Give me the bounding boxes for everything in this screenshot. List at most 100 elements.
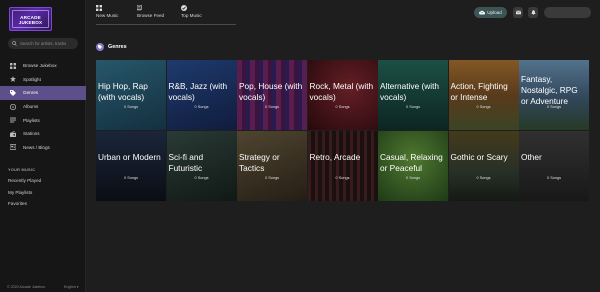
page-title: Genres <box>108 44 127 50</box>
sidebar-item-playlists[interactable]: Playlists <box>0 113 86 127</box>
genre-tile-count: 0 Songs <box>194 105 209 109</box>
your-music-item-my-playlists[interactable]: My Playlists <box>8 190 41 202</box>
your-music-list: Recently Played My Playlists Favorites <box>8 178 41 213</box>
genre-tile-label: Urban or Modern <box>98 151 161 162</box>
genre-tile-alternative[interactable]: Alternative (with vocals) 0 Songs <box>378 60 448 130</box>
bell-icon <box>530 10 536 15</box>
topnav-label: Browse Feed <box>137 13 165 18</box>
grid-icon <box>10 62 16 69</box>
genre-tile-label: Casual, Relaxing or Peaceful <box>380 151 443 173</box>
sidebar-item-albums[interactable]: Albums <box>0 100 86 114</box>
genre-tile-label: Retro, Arcade <box>309 151 361 162</box>
topnav-top-music[interactable]: Top Music <box>181 5 202 18</box>
genre-tile-count: 0 Songs <box>335 175 350 180</box>
feed-icon <box>137 5 142 11</box>
your-music-item-favorites[interactable]: Favorites <box>8 201 41 213</box>
cloud-upload-icon <box>479 10 486 15</box>
genre-tile-count: 0 Songs <box>335 105 350 109</box>
search-box[interactable] <box>8 38 78 49</box>
genre-tile-other[interactable]: Other 0 Songs <box>519 130 589 201</box>
sidebar-nav: Browse Jukebox Spotlight Genres Albums P… <box>0 59 86 154</box>
language-selector[interactable]: English ▾ <box>64 285 79 289</box>
topnav-label: Top Music <box>181 13 202 18</box>
genre-tile-overlay <box>96 130 166 201</box>
genre-tile-action-fighting[interactable]: Action, Fighting or Intense 0 Songs <box>448 60 519 130</box>
sidebar-item-label: Spotlight <box>23 76 41 82</box>
genre-tile-fantasy[interactable]: Fantasy, Nostalgic, RPG or Adventure 0 S… <box>519 60 589 130</box>
sidebar-item-label: Albums <box>23 104 39 110</box>
page-heading: Genres <box>96 43 127 51</box>
genre-tile-gothic[interactable]: Gothic or Scary 0 Songs <box>448 130 519 201</box>
upload-button[interactable]: Upload <box>474 7 507 18</box>
genre-tile-count: 0 Songs <box>547 105 561 109</box>
genre-tile-pop-house[interactable]: Pop, House (with vocals) 0 Songs <box>237 60 307 130</box>
genre-tile-label: Gothic or Scary <box>450 151 508 162</box>
genre-tile-strategy[interactable]: Strategy or Tactics 0 Songs <box>237 130 307 201</box>
genre-tile-label: Sci-fi and Futuristic <box>168 151 204 173</box>
sidebar-item-label: Genres <box>23 90 39 96</box>
genres-grid: Hip Hop, Rap (with vocals) 0 Songs R&B, … <box>96 60 590 201</box>
sidebar-item-news-blogs[interactable]: News / Blogs <box>0 141 86 155</box>
topnav-new-music[interactable]: New Music <box>96 5 118 18</box>
sidebar-item-spotlight[interactable]: Spotlight <box>0 73 86 87</box>
your-music-item-recently-played[interactable]: Recently Played <box>8 178 41 190</box>
genre-tile-scifi[interactable]: Sci-fi and Futuristic 0 Songs <box>166 130 237 201</box>
genre-tile-label: Action, Fighting or Intense <box>450 81 508 102</box>
genre-tile-label: Strategy or Tactics <box>239 151 280 173</box>
copyright-text: © 2020 Arcade Jukebox <box>7 285 46 289</box>
genre-tile-count: 0 Songs <box>124 105 138 109</box>
sidebar-item-genres[interactable]: Genres <box>0 86 86 100</box>
tag-icon <box>96 43 104 51</box>
genre-tile-count: 0 Songs <box>547 175 561 180</box>
genre-tile-casual[interactable]: Casual, Relaxing or Peaceful 0 Songs <box>378 130 448 201</box>
genre-tile-label: Rock, Metal (with vocals) <box>309 81 374 102</box>
topnav-browse-feed[interactable]: Browse Feed <box>137 5 164 18</box>
check-circle-icon <box>181 5 187 11</box>
sidebar: ARCADE JUKEBOX Browse Jukebox Spotlight … <box>0 0 86 292</box>
radio-icon <box>10 130 16 137</box>
your-music-heading: YOUR MUSIC <box>8 168 36 172</box>
genre-tile-urban[interactable]: Urban or Modern 0 Songs <box>96 130 166 201</box>
genre-tile-label: Pop, House (with vocals) <box>239 81 303 102</box>
tag-icon <box>10 89 16 96</box>
genre-tile-count: 0 Songs <box>265 105 279 109</box>
messages-button[interactable] <box>513 7 523 18</box>
genre-tile-overlay <box>519 130 589 201</box>
user-menu[interactable] <box>544 7 591 18</box>
genre-tile-overlay <box>307 130 378 201</box>
star-icon <box>10 76 16 83</box>
genre-tile-count: 0 Songs <box>476 105 491 109</box>
genre-tile-label: Fantasy, Nostalgic, RPG or Adventure <box>521 74 578 106</box>
genre-tile-label: R&B, Jazz (with vocals) <box>168 81 228 102</box>
grid-icon <box>96 5 102 11</box>
mail-icon <box>515 10 521 15</box>
upload-label: Upload <box>487 10 502 15</box>
genre-tile-hip-hop[interactable]: Hip Hop, Rap (with vocals) 0 Songs <box>96 60 166 130</box>
sidebar-item-label: News / Blogs <box>23 144 50 150</box>
genre-tile-label: Hip Hop, Rap (with vocals) <box>98 81 148 102</box>
app-logo[interactable]: ARCADE JUKEBOX <box>9 7 52 31</box>
search-input[interactable] <box>20 41 78 46</box>
genre-tile-count: 0 Songs <box>194 175 209 180</box>
genre-tile-label: Other <box>521 151 542 162</box>
topnav-divider <box>96 24 236 25</box>
album-icon <box>10 103 16 110</box>
notifications-button[interactable] <box>528 7 538 18</box>
genre-tile-count: 0 Songs <box>406 175 420 180</box>
logo-text: ARCADE JUKEBOX <box>18 15 43 25</box>
genre-tile-overlay <box>448 130 519 201</box>
sidebar-item-stations[interactable]: Stations <box>0 127 86 141</box>
genre-tile-rnb-jazz[interactable]: R&B, Jazz (with vocals) 0 Songs <box>166 60 237 130</box>
search-icon <box>12 41 17 46</box>
genre-tile-count: 0 Songs <box>124 175 138 180</box>
news-icon <box>10 144 16 151</box>
sidebar-item-label: Playlists <box>23 117 40 123</box>
topnav-label: New Music <box>96 13 119 18</box>
genre-tile-rock-metal[interactable]: Rock, Metal (with vocals) 0 Songs <box>307 60 378 130</box>
genre-tile-count: 0 Songs <box>265 175 279 180</box>
genre-tile-retro-arcade[interactable]: Retro, Arcade 0 Songs <box>307 130 378 201</box>
genre-tile-count: 0 Songs <box>476 175 491 180</box>
sidebar-item-browse-jukebox[interactable]: Browse Jukebox <box>0 59 86 73</box>
genre-tile-count: 0 Songs <box>406 105 420 109</box>
genre-tile-label: Alternative (with vocals) <box>380 81 440 102</box>
